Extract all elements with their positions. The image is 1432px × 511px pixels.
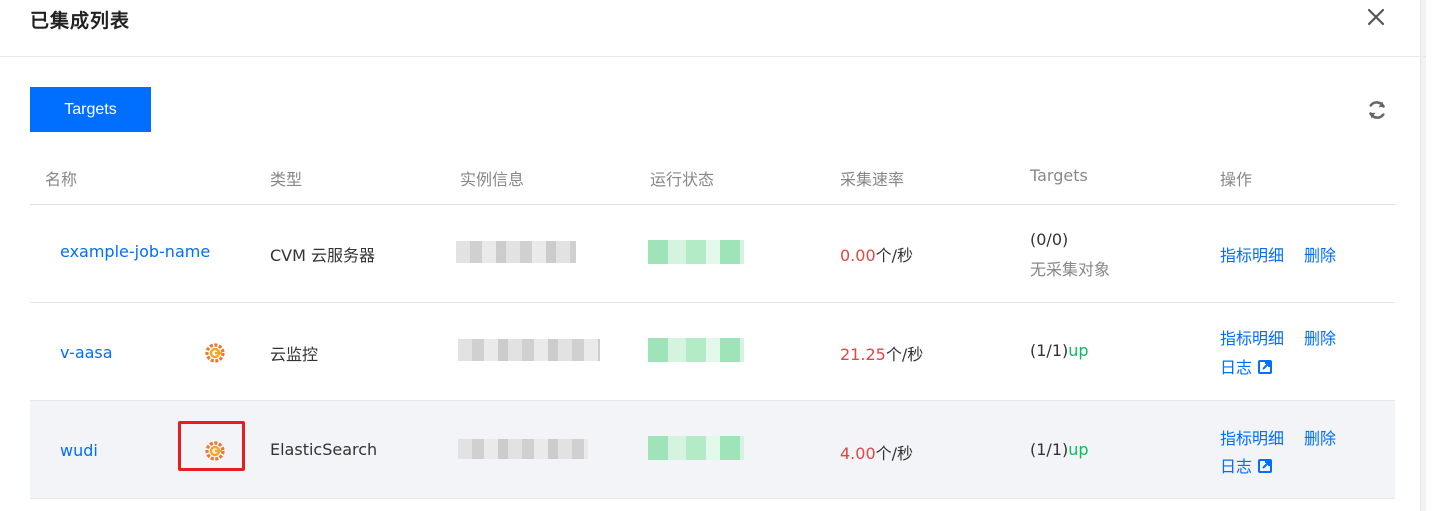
targets-count: (1/1)up [1030,440,1089,459]
collect-rate: 4.00个/秒 [840,444,914,463]
column-name: 名称 [45,170,78,189]
scrollbar[interactable] [1420,0,1426,511]
targets-note: 无采集对象 [1030,260,1111,279]
metrics-detail-link[interactable]: 指标明细 [1220,425,1284,449]
close-icon[interactable] [1364,5,1388,29]
grafana-icon[interactable] [202,340,228,366]
collect-rate: 21.25个/秒 [840,345,924,364]
job-type: ElasticSearch [270,440,378,459]
targets-count: (0/0) [1030,230,1069,249]
external-link-icon [1258,360,1273,374]
log-link[interactable]: 日志 [1220,453,1273,477]
job-name-link[interactable]: example-job-name [60,242,210,261]
targets-button[interactable]: Targets [30,87,151,132]
column-rate: 采集速率 [840,170,905,189]
metrics-detail-link[interactable]: 指标明细 [1220,325,1284,349]
targets-count: (1/1)up [1030,341,1089,360]
refresh-icon[interactable] [1365,98,1389,122]
dialog-header: 已集成列表 [0,0,1426,57]
delete-link[interactable]: 删除 [1304,242,1336,266]
delete-link[interactable]: 删除 [1304,325,1336,349]
dialog-title: 已集成列表 [30,10,131,32]
instance-info-redacted [458,339,600,361]
column-status: 运行状态 [650,170,715,189]
job-type: CVM 云服务器 [270,246,376,265]
instance-info-redacted [458,439,588,459]
run-status-redacted [648,338,744,362]
table-header: 名称 类型 实例信息 运行状态 采集速率 Targets 操作 [30,150,1395,205]
column-targets: Targets [1030,166,1088,185]
table-row: v-aasa 云监控 21.25个/秒 (1/1)up 指标明细 删除 日志 [30,303,1395,401]
job-type: 云监控 [270,345,319,364]
column-type: 类型 [270,170,303,189]
collect-rate: 0.00个/秒 [840,246,914,265]
integrated-list-dialog: 已集成列表 Targets 名称 类型 实例信息 运行状态 采集速率 Targe… [0,0,1426,511]
delete-link[interactable]: 删除 [1304,425,1336,449]
column-actions: 操作 [1220,170,1253,189]
metrics-detail-link[interactable]: 指标明细 [1220,242,1284,266]
instance-info-redacted [456,241,576,263]
column-instance: 实例信息 [460,170,525,189]
table-row: example-job-name CVM 云服务器 0.00个/秒 (0/0) … [30,205,1395,303]
log-link[interactable]: 日志 [1220,354,1273,378]
external-link-icon [1258,459,1273,473]
run-status-redacted [648,240,744,264]
highlight-annotation [178,421,245,471]
run-status-redacted [648,436,744,460]
job-name-link[interactable]: v-aasa [60,343,113,362]
job-name-link[interactable]: wudi [60,441,98,460]
